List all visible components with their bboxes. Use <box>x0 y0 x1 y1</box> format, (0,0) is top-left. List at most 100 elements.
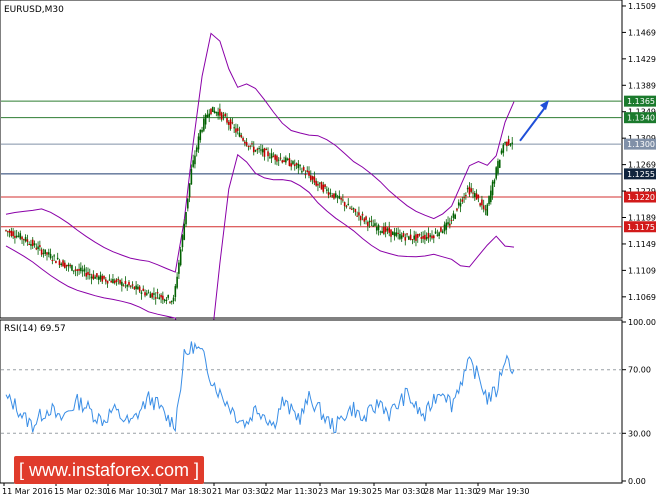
candle-body <box>281 160 284 163</box>
candle-body <box>14 235 16 238</box>
candle-body <box>352 208 355 210</box>
candle-body <box>204 114 207 125</box>
candle-body <box>472 192 474 194</box>
candle-body <box>404 237 407 241</box>
candle-body <box>229 119 232 129</box>
candle-body <box>324 184 326 188</box>
candle-body <box>206 114 209 118</box>
candle-body <box>326 189 328 191</box>
candle-body <box>415 234 417 241</box>
candle-body <box>81 270 84 272</box>
time-tick-label: 16 Mar 10:30 <box>106 487 159 496</box>
chart-canvas[interactable]: 1.15091.14691.14291.13891.13491.13091.12… <box>0 0 664 498</box>
instaforex-watermark[interactable]: [ www.instaforex.com ] <box>14 456 204 484</box>
candle-body <box>372 225 374 227</box>
candle-body <box>340 197 342 200</box>
candle-body <box>450 219 453 221</box>
candle-body <box>493 180 496 184</box>
candle-body <box>169 301 171 303</box>
candle-body <box>47 252 50 255</box>
candle-body <box>497 161 499 174</box>
level-tag-label: 1.1300 <box>627 140 655 149</box>
candle-body <box>160 294 162 298</box>
candle-body <box>511 142 514 144</box>
candle-body <box>438 232 440 236</box>
candle-body <box>69 264 71 267</box>
candle-body <box>235 128 237 133</box>
candle-body <box>254 150 257 152</box>
candle-body <box>422 235 424 239</box>
candle-body <box>400 235 403 239</box>
candle-body <box>502 144 505 153</box>
candle-body <box>393 232 396 237</box>
candle-body <box>78 268 80 271</box>
candle-body <box>245 142 248 146</box>
candle-body <box>443 224 446 232</box>
candle-body <box>432 235 435 239</box>
candle-body <box>251 143 253 145</box>
candle-body <box>183 223 186 240</box>
candle-body <box>37 246 39 250</box>
candle-body <box>500 150 503 154</box>
candle-body <box>454 214 456 219</box>
candle-body <box>201 129 203 132</box>
rsi-tick-label: 30.00 <box>628 429 651 438</box>
candle-body <box>249 145 251 147</box>
candle-body <box>163 299 166 301</box>
candle-body <box>101 275 104 282</box>
candle-body <box>354 208 357 213</box>
candle-body <box>475 193 478 200</box>
chart-window: 1.15091.14691.14291.13891.13491.13091.12… <box>0 0 664 498</box>
candle-body <box>165 299 168 302</box>
candle-body <box>384 226 387 232</box>
candle-body <box>429 235 432 237</box>
candle-body <box>318 182 321 184</box>
candle-body <box>377 225 380 231</box>
candle-body <box>15 235 18 238</box>
candle-body <box>350 208 353 210</box>
candle-body <box>329 192 332 194</box>
candle-body <box>40 249 43 255</box>
candle-body <box>290 163 292 167</box>
candle-body <box>151 293 153 298</box>
candle-body <box>338 195 341 199</box>
candle-body <box>306 170 309 172</box>
candle-body <box>320 182 323 190</box>
candle-body <box>416 233 419 238</box>
price-tick-label: 1.1269 <box>628 161 656 170</box>
candle-body <box>121 281 123 286</box>
candle-body <box>504 142 506 144</box>
candle-body <box>112 279 114 284</box>
candle-body <box>67 264 70 267</box>
candle-body <box>12 231 14 237</box>
candle-body <box>247 145 250 147</box>
candle-body <box>263 148 266 157</box>
time-tick-label: 15 Mar 02:30 <box>54 487 107 496</box>
candle-body <box>310 175 312 181</box>
level-tag-label: 1.1255 <box>627 170 655 179</box>
time-axis: 11 Mar 2016 15 Mar 02:3016 Mar 10:3017 Ma… <box>2 483 529 496</box>
candle-body <box>55 260 57 264</box>
candle-body <box>178 262 180 274</box>
candle-body <box>99 275 102 280</box>
candle-body <box>342 199 344 201</box>
time-tick-label: 17 Mar 18:30 <box>158 487 211 496</box>
candle-body <box>424 234 426 240</box>
candle-body <box>21 236 23 240</box>
candle-body <box>286 158 289 160</box>
candle-body <box>409 234 412 240</box>
candle-body <box>8 230 11 233</box>
candle-body <box>33 243 36 246</box>
candle-body <box>80 267 82 272</box>
candle-body <box>285 157 287 163</box>
time-tick-label: 28 Mar 11:30 <box>424 487 477 496</box>
candle-body <box>395 232 398 236</box>
candle-body <box>194 155 196 165</box>
candle-body <box>30 243 32 246</box>
candle-body <box>219 108 221 116</box>
candle-body <box>17 235 20 237</box>
candle-body <box>292 161 294 165</box>
candle-body <box>51 260 54 262</box>
candle-body <box>302 167 305 171</box>
candle-body <box>391 231 394 235</box>
